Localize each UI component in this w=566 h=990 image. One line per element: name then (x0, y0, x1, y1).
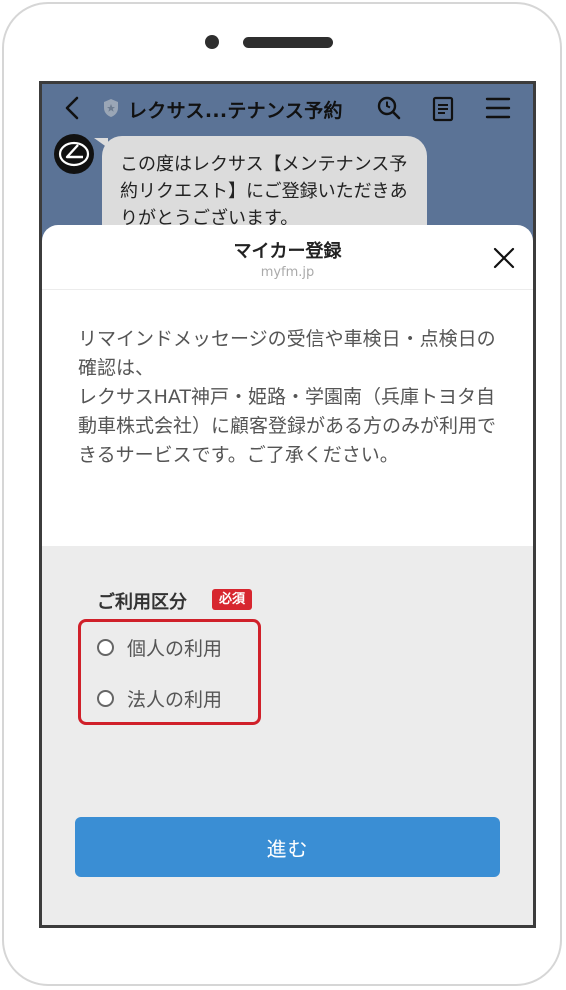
registration-form: ご利用区分 必須 個人の利用 法人の利用 進む (42, 546, 533, 925)
search-icon[interactable] (376, 95, 402, 121)
notice-text: リマインドメッセージの受信や車検日・点検日の確認は、 レクサスHAT神戸・姫路・… (78, 328, 497, 466)
radio-label-corporate: 法人の利用 (127, 688, 223, 711)
front-camera (205, 35, 219, 49)
menu-icon[interactable] (485, 96, 511, 120)
radio-icon[interactable] (97, 689, 114, 707)
sheet-domain: myfm.jp (260, 265, 315, 280)
shield-icon (104, 99, 118, 117)
bottom-sheet: マイカー登録 myfm.jp リマインドメッセージの受信や車検日・点検日の確認は… (42, 225, 533, 925)
usage-type-label: ご利用区分 (97, 592, 187, 613)
usage-type-radio-group: 個人の利用 法人の利用 (78, 619, 261, 725)
chat-header: レクサス...テナンス予約 (42, 84, 533, 134)
sheet-title: マイカー登録 (233, 241, 342, 262)
back-icon[interactable] (60, 95, 86, 121)
required-badge: 必須 (212, 589, 253, 610)
radio-icon[interactable] (97, 638, 114, 656)
app-screen: レクサス...テナンス予約 この度はレクサス【メンテナンス予約リクエスト】にご登… (39, 81, 536, 928)
radio-option-personal[interactable]: 個人の利用 (97, 634, 222, 660)
chat-title: レクサス...テナンス予約 (128, 100, 343, 122)
radio-label-personal: 個人の利用 (127, 637, 223, 660)
lexus-logo-icon[interactable] (54, 134, 94, 174)
notes-icon[interactable] (431, 96, 455, 122)
radio-option-corporate[interactable]: 法人の利用 (97, 685, 222, 711)
phone-frame: レクサス...テナンス予約 この度はレクサス【メンテナンス予約リクエスト】にご登… (2, 2, 562, 986)
close-icon[interactable] (493, 247, 515, 269)
speaker-grille (243, 37, 333, 48)
sheet-divider (42, 289, 533, 290)
next-button[interactable]: 進む (75, 817, 500, 877)
